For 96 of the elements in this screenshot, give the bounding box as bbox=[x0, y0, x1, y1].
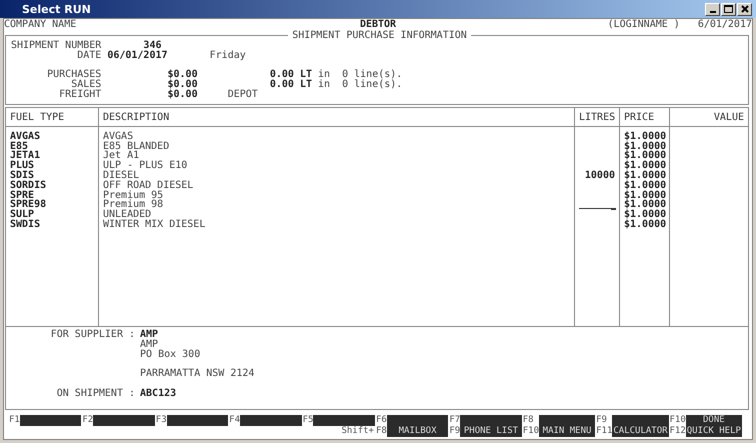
field-label: DATE bbox=[76, 50, 102, 61]
total-amount: $0.00 bbox=[166, 90, 198, 100]
price-cell: $1.0000 bbox=[619, 151, 669, 162]
price-cell: $1.0000 bbox=[619, 170, 669, 181]
function-key-label: F8 bbox=[376, 426, 387, 437]
price-cell: $1.0000 bbox=[619, 132, 669, 142]
maximize-icon bbox=[724, 5, 733, 13]
field-label: FOR SUPPLIER : bbox=[50, 330, 136, 340]
description-cell: DIESEL bbox=[98, 170, 574, 181]
fuel-type-cell-text: SPRE bbox=[9, 190, 34, 200]
field-label: ON SHIPMENT : bbox=[56, 388, 136, 399]
function-key-button[interactable]: MAIN MENU bbox=[539, 415, 596, 437]
description-cell: E85 BLANDED bbox=[98, 142, 574, 152]
section-title: SHIPMENT PURCHASE INFORMATION bbox=[291, 31, 468, 40]
function-key-label: F6 bbox=[376, 415, 387, 426]
litres-total: 0.00 LT bbox=[270, 70, 312, 80]
price-cell: $1.0000 bbox=[619, 200, 669, 210]
function-key-button[interactable]: MAILBOX bbox=[386, 415, 448, 437]
fuel-type-cell-text: SDIS bbox=[9, 170, 34, 181]
description-cell: Premium 95 bbox=[98, 190, 574, 200]
column-header: PRICE bbox=[619, 108, 669, 127]
function-key-label: F9 bbox=[596, 415, 608, 426]
freight-note: DEPOT bbox=[226, 90, 259, 100]
function-key-button[interactable] bbox=[166, 415, 228, 426]
supplier-code: AMP bbox=[140, 330, 160, 340]
date-value: 06/01/2017 bbox=[107, 50, 169, 61]
field-label: SHIPMENT NUMBER bbox=[11, 41, 102, 51]
total-amount: $0.00 bbox=[166, 70, 198, 80]
fuel-type-cell-text: PLUS bbox=[9, 161, 36, 171]
price-cell: $1.0000 bbox=[619, 190, 669, 200]
fuel-type-cell-text: JETA1 bbox=[9, 151, 42, 162]
supplier-address: PO Box 300 bbox=[140, 350, 202, 360]
line-count: in 0 line(s). bbox=[318, 80, 402, 90]
function-key-label: F10 bbox=[670, 415, 686, 426]
total-label: SALES bbox=[71, 80, 102, 90]
description-cell: Premium 98 bbox=[98, 200, 574, 210]
function-key-label: F11 bbox=[596, 426, 612, 437]
description-cell: OFF ROAD DIESEL bbox=[98, 180, 574, 191]
description-cell: AVGAS bbox=[98, 132, 574, 142]
total-amount: $0.00 bbox=[166, 80, 198, 90]
column-header: FUEL TYPE bbox=[6, 108, 98, 127]
price-cell: $1.0000 bbox=[619, 142, 669, 152]
price-cell: $1.0000 bbox=[619, 220, 669, 230]
column-header: VALUE bbox=[669, 108, 748, 127]
column-header: DESCRIPTION bbox=[98, 108, 574, 127]
function-key-button[interactable] bbox=[240, 415, 302, 426]
shipment-number: 346 bbox=[143, 41, 162, 51]
maximize-button[interactable] bbox=[721, 2, 736, 16]
function-key-button[interactable]: DONE QUICK HELP bbox=[686, 415, 742, 437]
price-cell: $1.0000 bbox=[619, 161, 669, 171]
total-label: FREIGHT bbox=[58, 90, 102, 100]
window-title: Select RUN bbox=[22, 2, 92, 16]
function-key-label: F9 bbox=[449, 426, 460, 437]
module-name: DEBTOR bbox=[360, 20, 396, 30]
function-key-label: F10 bbox=[522, 426, 539, 437]
litres-cell: 10000 bbox=[584, 170, 615, 181]
function-key-label: F3 bbox=[156, 415, 167, 426]
function-key-button[interactable] bbox=[313, 415, 375, 426]
supplier-city: PARRAMATTA NSW 2124 bbox=[140, 369, 256, 379]
shift-label: Shift+ bbox=[341, 426, 375, 437]
description-cell: UNLEADED bbox=[98, 210, 574, 220]
total-label: PURCHASES bbox=[46, 70, 102, 80]
description-cell: Jet A1 bbox=[98, 151, 574, 162]
function-key-button[interactable]: CALCULATOR bbox=[612, 415, 669, 437]
function-key-label: F1 bbox=[9, 415, 20, 426]
function-key-label: F4 bbox=[229, 415, 240, 426]
login-name: (LOGINNAME ) bbox=[608, 20, 680, 31]
fuel-type-cell-text: SULP bbox=[9, 210, 34, 220]
line-count: in 0 line(s). bbox=[318, 70, 402, 80]
function-key-label: F5 bbox=[302, 415, 314, 426]
fuel-type-cell-text: SORDIS bbox=[9, 180, 48, 191]
function-key-label: F2 bbox=[82, 415, 94, 426]
function-key-label: F8 bbox=[522, 415, 535, 426]
fuel-type-cell-text: AVGAS bbox=[9, 132, 42, 142]
price-cell: $1.0000 bbox=[619, 180, 669, 191]
function-key-button[interactable]: PHONE LIST bbox=[460, 415, 522, 437]
fuel-type-cell-text: SWDIS bbox=[9, 220, 42, 230]
price-cell: $1.0000 bbox=[619, 210, 669, 220]
close-icon bbox=[740, 5, 748, 13]
header-date: 6/01/2017 bbox=[698, 20, 752, 31]
fuel-type-cell-text: SPRE98 bbox=[9, 200, 48, 210]
litres-total: 0.00 LT bbox=[270, 80, 312, 90]
day-name: Friday bbox=[208, 50, 247, 61]
description-cell: WINTER MIX DIESEL bbox=[98, 220, 574, 230]
function-key-label: F7 bbox=[449, 415, 460, 426]
company-name: COMPANY NAME bbox=[4, 20, 78, 31]
function-key-button[interactable] bbox=[93, 415, 155, 426]
column-header: LITRES bbox=[574, 108, 619, 127]
close-button[interactable] bbox=[737, 2, 752, 16]
description-cell: ULP - PLUS E10 bbox=[98, 161, 574, 171]
shipment-code: ABC123 bbox=[140, 388, 178, 399]
function-key-label: F12 bbox=[670, 426, 686, 437]
fuel-type-cell-text: E85 bbox=[9, 142, 28, 152]
function-key-button[interactable] bbox=[20, 415, 82, 426]
supplier-name: AMP bbox=[140, 340, 159, 350]
minimize-button[interactable] bbox=[705, 2, 720, 16]
